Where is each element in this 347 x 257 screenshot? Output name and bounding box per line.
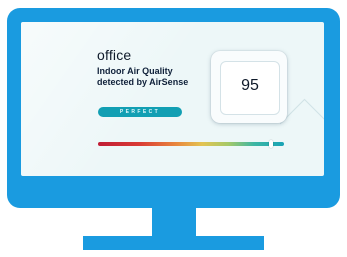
air-quality-headline: Indoor Air Quality detected by AirSense bbox=[97, 66, 189, 87]
room-name: office bbox=[97, 47, 132, 63]
status-badge: PERFECT bbox=[98, 107, 182, 117]
monitor-screen: office Indoor Air Quality detected by Ai… bbox=[21, 22, 324, 176]
air-quality-scale bbox=[98, 140, 284, 148]
sensor-device: 95 bbox=[211, 51, 287, 123]
monitor-frame: office Indoor Air Quality detected by Ai… bbox=[7, 8, 340, 208]
sensor-display: 95 bbox=[220, 61, 280, 115]
monitor-stand-base bbox=[83, 236, 264, 250]
air-quality-score: 95 bbox=[241, 77, 259, 94]
scale-level-marker bbox=[268, 140, 273, 148]
monitor-stand-neck bbox=[152, 208, 196, 237]
